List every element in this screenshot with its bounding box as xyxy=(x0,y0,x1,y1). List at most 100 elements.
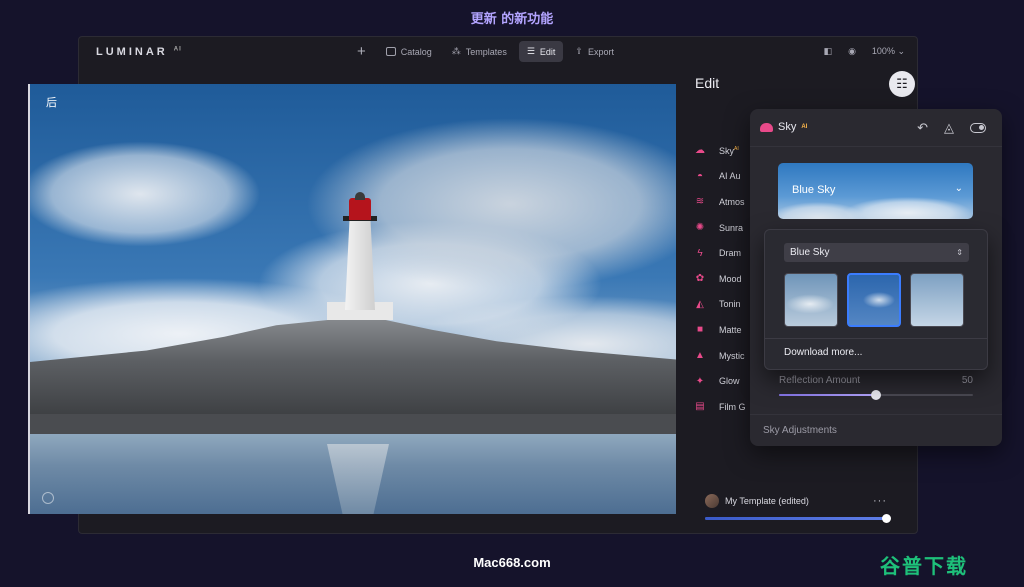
reflection-slider[interactable] xyxy=(779,390,973,400)
sky-header-icons: ↶ ◬ xyxy=(917,120,986,136)
edit-panel-title: Edit xyxy=(695,75,720,91)
add-photos-button[interactable]: + xyxy=(349,43,374,60)
nav-export[interactable]: ⇪ Export xyxy=(567,41,622,62)
logo-text: LUMINAR xyxy=(96,46,168,58)
tool-mystical-label: Mystic xyxy=(719,350,745,361)
nav-templates-label: Templates xyxy=(465,46,507,57)
tool-mood-label: Mood xyxy=(719,273,742,284)
sky-adjustments-section[interactable]: Sky Adjustments xyxy=(763,425,837,436)
photo-canvas[interactable]: 后 xyxy=(28,84,676,514)
template-bar: My Template (edited) ··· xyxy=(705,494,891,523)
chevron-down-icon: ⌄ xyxy=(954,183,963,194)
folder-icon xyxy=(385,47,396,56)
sky-preset-popover: Blue Sky ⇕ Download more... xyxy=(764,229,988,370)
tool-film-grain[interactable]: ▤ Film G xyxy=(695,394,755,420)
watermark-site: Mac668.com xyxy=(473,555,551,570)
app-logo: LUMINAR AI xyxy=(96,46,182,58)
template-slider-knob[interactable] xyxy=(882,514,891,523)
nav-edit[interactable]: ☰ Edit xyxy=(518,41,564,62)
info-icon[interactable] xyxy=(42,492,54,504)
sliders-icon: ☰ xyxy=(526,46,535,56)
main-nav: + Catalog ⁂ Templates ☰ Edit ⇪ Export xyxy=(349,41,622,62)
sky-category-value: Blue Sky xyxy=(790,247,830,258)
promo-banner: 更新 的新功能 xyxy=(470,12,554,27)
panel-divider xyxy=(750,414,1002,415)
waves-icon: ≋ xyxy=(695,196,705,208)
tool-glow[interactable]: ✦ Glow xyxy=(695,368,755,394)
tool-ai-augmented[interactable]: ◓ AI Au xyxy=(695,164,755,190)
reflection-amount-control: Reflection Amount 50 xyxy=(779,375,973,400)
eye-icon[interactable]: ◉ xyxy=(848,46,856,57)
lighthouse xyxy=(327,192,393,320)
tool-glow-label: Glow xyxy=(719,376,740,387)
more-icon[interactable]: ··· xyxy=(873,495,887,507)
view-tools: ◧ ◉ 100% ⌄ xyxy=(824,46,905,57)
reflection-slider-fill xyxy=(779,394,876,396)
tool-drama[interactable]: ϟ Dram xyxy=(695,240,755,266)
template-row[interactable]: My Template (edited) ··· xyxy=(705,494,887,508)
sun-icon: ✺ xyxy=(695,222,705,234)
mystic-icon: ▲ xyxy=(695,350,705,362)
compare-icon[interactable]: ◧ xyxy=(824,46,833,57)
lighthouse-body xyxy=(345,220,375,310)
before-after-label: 后 xyxy=(46,96,57,109)
export-icon: ⇪ xyxy=(575,46,583,56)
toggle-icon[interactable] xyxy=(970,123,986,133)
watermark-brand: 谷普下载 xyxy=(880,554,968,578)
tool-matte[interactable]: ■ Matte xyxy=(695,317,755,343)
lighthouse-lantern xyxy=(349,198,371,220)
adjustments-button[interactable]: ☷ xyxy=(889,71,915,97)
nav-catalog[interactable]: Catalog xyxy=(378,42,440,62)
tool-toning-label: Tonin xyxy=(719,299,741,310)
sky-thumbnail[interactable] xyxy=(910,273,964,327)
bucket-icon: ◭ xyxy=(696,298,704,310)
film-icon: ▤ xyxy=(695,401,705,413)
tool-matte-label: Matte xyxy=(719,324,742,335)
nav-templates[interactable]: ⁂ Templates xyxy=(444,41,515,62)
tool-sunrays[interactable]: ✺ Sunra xyxy=(695,215,755,241)
tool-mood[interactable]: ✿ Mood xyxy=(695,266,755,292)
reflection-label: Reflection Amount xyxy=(779,375,861,386)
template-avatar xyxy=(705,494,719,508)
sky-title-text: Sky xyxy=(778,121,797,133)
updown-chevron-icon: ⇕ xyxy=(956,248,963,257)
sky-selection-dropdown[interactable]: Blue Sky ⌄ xyxy=(778,163,973,219)
nav-export-label: Export xyxy=(587,46,614,57)
template-name: My Template (edited) xyxy=(725,496,809,506)
sky-category-select[interactable]: Blue Sky ⇕ xyxy=(784,243,969,262)
download-more-link[interactable]: Download more... xyxy=(784,347,862,358)
sky-thumbnail[interactable] xyxy=(784,273,838,327)
tool-sky[interactable]: ☁ SkyAI xyxy=(695,138,755,164)
tool-toning[interactable]: ◭ Tonin xyxy=(695,292,755,318)
sky-thumbnail-selected[interactable] xyxy=(847,273,901,327)
cloud-icon xyxy=(760,122,773,132)
logo-sup: AI xyxy=(173,46,182,53)
tool-atmosphere-label: Atmos xyxy=(719,196,745,207)
nav-catalog-label: Catalog xyxy=(400,46,432,57)
reflection-slider-knob[interactable] xyxy=(871,390,881,400)
reflection-value: 50 xyxy=(961,375,973,386)
nav-edit-label: Edit xyxy=(539,46,556,57)
sky-title-sup: AI xyxy=(801,124,808,130)
zoom-value: 100% xyxy=(871,46,895,56)
sky-panel-header: Sky AI ↶ ◬ xyxy=(750,109,1002,147)
cloud-icon: ☁ xyxy=(695,145,705,157)
brush-mask-icon[interactable]: ◬ xyxy=(944,120,954,136)
sky-selection-label: Blue Sky xyxy=(792,184,836,196)
tool-atmosphere[interactable]: ≋ Atmos xyxy=(695,189,755,215)
sky-thumbnails xyxy=(784,273,964,327)
tool-sunrays-label: Sunra xyxy=(719,222,744,233)
template-slider-fill xyxy=(705,517,887,520)
tools-list: ☁ SkyAI ◓ AI Au ≋ Atmos ✺ Sunra ϟ Dram ✿ Mood … xyxy=(695,138,755,420)
face-icon: ◓ xyxy=(696,170,704,182)
template-amount-slider[interactable] xyxy=(705,514,891,523)
undo-icon[interactable]: ↶ xyxy=(917,120,928,136)
sliders-icon: ☷ xyxy=(896,76,908,91)
tool-ai-label: AI Au xyxy=(719,171,741,182)
tool-mystical[interactable]: ▲ Mystic xyxy=(695,343,755,369)
square-icon: ■ xyxy=(696,324,704,336)
zoom-dropdown[interactable]: 100% ⌄ xyxy=(872,46,905,57)
mood-icon: ✿ xyxy=(695,273,705,285)
tool-film-label: Film G xyxy=(719,401,746,412)
photo-ground xyxy=(30,414,676,434)
